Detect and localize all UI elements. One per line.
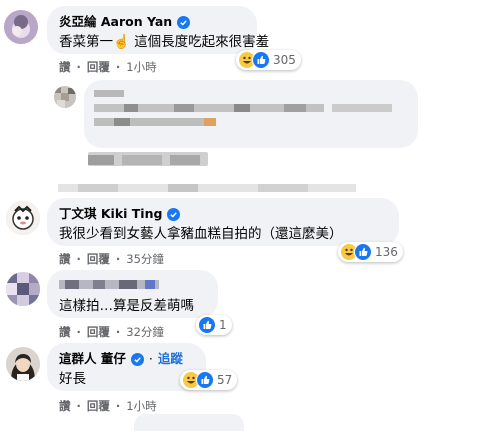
comment-actions: 讚 · 回覆 · 1小時 bbox=[59, 398, 157, 414]
commenter-name[interactable]: 炎亞綸 Aaron Yan bbox=[59, 14, 172, 30]
separator: · bbox=[148, 351, 153, 366]
commenter-name[interactable]: 丁文琪 Kiki Ting bbox=[59, 206, 162, 222]
commenter-name[interactable]: 這群人 董仔 bbox=[59, 351, 126, 367]
pixelated-text bbox=[94, 90, 392, 126]
verified-badge-icon bbox=[130, 352, 144, 366]
comment-actions: 讚 · 回覆 · 35分鐘 bbox=[59, 251, 164, 267]
reaction-count: 136 bbox=[375, 245, 398, 259]
comment-text: 這樣拍…算是反差萌嗎 bbox=[59, 298, 194, 314]
comment-actions: 讚 · 回覆 · 32分鐘 bbox=[59, 324, 164, 340]
reply-link[interactable]: 回覆 bbox=[87, 398, 110, 414]
timestamp[interactable]: 1小時 bbox=[126, 398, 156, 414]
like-link[interactable]: 讚 bbox=[59, 251, 71, 267]
timestamp[interactable]: 32分鐘 bbox=[126, 324, 164, 340]
blurred-actions bbox=[58, 178, 356, 192]
reaction-summary[interactable]: 136 bbox=[338, 242, 403, 262]
follow-button[interactable]: 追蹤 bbox=[158, 351, 183, 367]
avatar-blurred-user[interactable] bbox=[6, 272, 40, 306]
timestamp[interactable]: 35分鐘 bbox=[126, 251, 164, 267]
avatar-aaron-yan[interactable] bbox=[4, 10, 38, 44]
reaction-summary[interactable]: 1 bbox=[196, 315, 232, 335]
verified-badge-icon bbox=[177, 15, 191, 29]
reaction-count: 305 bbox=[273, 53, 296, 67]
reaction-count: 1 bbox=[219, 318, 227, 332]
separator: · bbox=[115, 60, 121, 74]
like-reaction-icon bbox=[354, 243, 372, 261]
avatar-kiki-ting[interactable] bbox=[6, 201, 40, 235]
blurred-attachment bbox=[88, 152, 208, 166]
reply-link[interactable]: 回覆 bbox=[87, 251, 110, 267]
comment-text: 我很少看到女藝人拿豬血糕自拍的（還這麼美） bbox=[59, 226, 343, 242]
blurred-reply-bubble bbox=[84, 80, 418, 148]
avatar-dong-zai[interactable] bbox=[6, 347, 40, 381]
comment-bubble: 這樣拍…算是反差萌嗎 bbox=[47, 270, 218, 318]
separator: · bbox=[115, 399, 121, 413]
comment-actions: 讚 · 回覆 · 1小時 bbox=[59, 59, 157, 75]
reply-link[interactable]: 回覆 bbox=[87, 59, 110, 75]
next-comment-bubble-partial bbox=[134, 414, 244, 431]
separator: · bbox=[115, 252, 121, 266]
reply-link[interactable]: 回覆 bbox=[87, 324, 110, 340]
separator: · bbox=[76, 252, 81, 266]
comment-text: 香菜第一☝️ 這個長度吃起來很害羞 bbox=[59, 34, 270, 50]
reaction-summary[interactable]: 57 bbox=[180, 370, 238, 390]
comment-text: 好長 bbox=[59, 371, 86, 387]
like-reaction-icon bbox=[252, 51, 270, 69]
like-link[interactable]: 讚 bbox=[59, 398, 71, 414]
separator: · bbox=[115, 325, 121, 339]
like-reaction-icon bbox=[196, 371, 214, 389]
like-link[interactable]: 讚 bbox=[59, 59, 71, 75]
separator: · bbox=[76, 399, 81, 413]
like-reaction-icon bbox=[198, 316, 216, 334]
like-link[interactable]: 讚 bbox=[59, 324, 71, 340]
separator: · bbox=[76, 325, 81, 339]
blurred-commenter-name[interactable] bbox=[59, 278, 159, 294]
reaction-summary[interactable]: 305 bbox=[236, 50, 301, 70]
reaction-count: 57 bbox=[217, 373, 233, 387]
verified-badge-icon bbox=[167, 207, 181, 221]
separator: · bbox=[76, 60, 81, 74]
comment-bubble: 丁文琪 Kiki Ting 我很少看到女藝人拿豬血糕自拍的（還這麼美） bbox=[47, 198, 399, 246]
avatar-blurred[interactable] bbox=[54, 86, 76, 108]
timestamp[interactable]: 1小時 bbox=[126, 59, 156, 75]
comment-bubble: 炎亞綸 Aaron Yan 香菜第一☝️ 這個長度吃起來很害羞 bbox=[47, 6, 270, 54]
